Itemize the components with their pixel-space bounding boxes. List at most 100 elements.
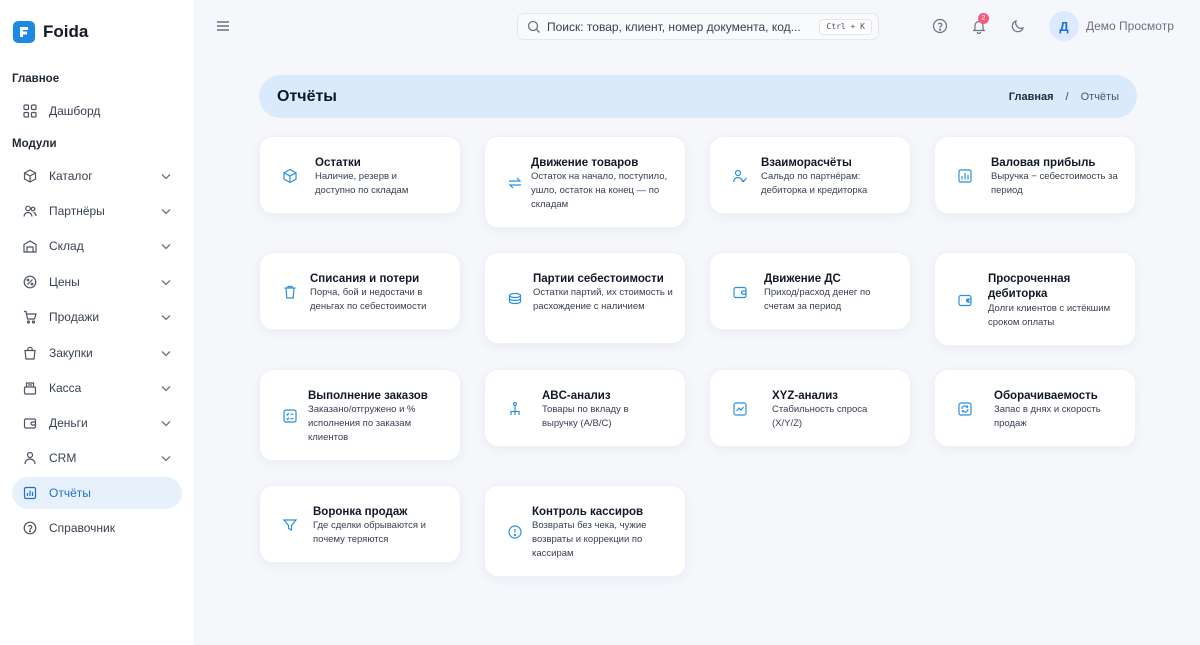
sidebar-item-warehouse[interactable]: Склад [12, 230, 182, 262]
theme-toggle-button[interactable] [1010, 18, 1026, 34]
sidebar-item-label: Закупки [49, 346, 93, 360]
sidebar-item-label: Партнёры [49, 204, 105, 218]
report-title: Валовая прибыль [991, 157, 1096, 169]
report-card-xyz-analysis[interactable]: XYZ-анализ Стабильность спроса (X/Y/Z) [709, 369, 911, 447]
dashboard-icon [23, 104, 37, 118]
chevron-down-icon [159, 310, 173, 324]
user-menu[interactable]: Д Демо Просмотр [1049, 11, 1174, 41]
report-description: Где сделки обрываются и почему теряются [313, 520, 426, 545]
report-title: Движение товаров [531, 157, 639, 169]
crm-icon [23, 451, 37, 465]
report-card-write-offs[interactable]: Списания и потери Порча, бой и недостачи… [259, 252, 461, 330]
sidebar-item-label: Дашборд [49, 104, 101, 118]
cart-icon [23, 310, 37, 324]
wallet-alert-icon [957, 292, 973, 308]
report-card-cost-batches[interactable]: Партии себестоимости Остатки партий, их … [484, 252, 686, 344]
report-card-settlements[interactable]: Взаиморасчёты Сальдо по партнёрам: дебит… [709, 136, 911, 214]
cube-icon [282, 168, 298, 184]
chevron-down-icon [159, 169, 173, 183]
report-description: Заказано/отгружено и % исполнения по зак… [308, 404, 416, 443]
global-search[interactable]: Ctrl + K [517, 13, 879, 40]
arrows-icon [507, 175, 523, 191]
sidebar-item-purchases[interactable]: Закупки [12, 337, 182, 369]
chart-icon [957, 168, 973, 184]
sidebar-item-cash[interactable]: Касса [12, 372, 182, 404]
sidebar-item-money[interactable]: Деньги [12, 407, 182, 439]
report-description: Выручка − себестоимость за период [991, 171, 1118, 196]
shield-icon [507, 524, 523, 540]
report-description: Запас в днях и скорость продаж [994, 404, 1101, 429]
report-title: XYZ-анализ [772, 390, 839, 402]
report-description: Порча, бой и недостачи в деньгах по себе… [310, 287, 427, 312]
warehouse-icon [23, 239, 37, 253]
cycle-icon [957, 401, 973, 417]
report-card-overdue-receivables[interactable]: Просроченная дебиторка Долги клиентов с … [934, 252, 1136, 346]
report-card-order-fulfillment[interactable]: Выполнение заказов Заказано/отгружено и … [259, 369, 461, 461]
funnel-icon [282, 517, 298, 533]
users-icon [23, 204, 37, 218]
report-card-abc-analysis[interactable]: ABC-анализ Товары по вкладу в выручку (A… [484, 369, 686, 447]
sidebar-item-partners[interactable]: Партнёры [12, 195, 182, 227]
checklist-icon [282, 408, 298, 424]
report-title: ABC-анализ [542, 390, 611, 402]
sidebar-item-reference[interactable]: Справочник [12, 512, 182, 544]
report-description: Долги клиентов с истёкшим сроком оплаты [988, 303, 1111, 328]
report-description: Наличие, резерв и доступно по складам [315, 171, 409, 196]
report-title: Взаиморасчёты [761, 157, 852, 169]
search-icon [527, 20, 541, 34]
app-name: Foida [43, 22, 89, 41]
wallet-icon [23, 416, 37, 430]
report-description: Возвраты без чека, чужие возвраты и корр… [532, 520, 647, 559]
sidebar-item-label: Склад [49, 239, 84, 253]
chart-icon [23, 486, 37, 500]
app-logo[interactable]: Foida [13, 21, 88, 43]
report-card-cash-flow[interactable]: Движение ДС Приход/расход денег по счета… [709, 252, 911, 330]
sidebar-item-catalog[interactable]: Каталог [12, 160, 182, 192]
register-icon [23, 381, 37, 395]
chevron-down-icon [159, 346, 173, 360]
bag-icon [23, 346, 37, 360]
report-description: Сальдо по партнёрам: дебиторка и кредито… [761, 171, 868, 196]
report-description: Стабильность спроса (X/Y/Z) [772, 404, 868, 429]
report-description: Остаток на начало, поступило, ушло, оста… [531, 171, 668, 210]
report-title: Оборачиваемость [994, 390, 1098, 402]
breadcrumb-home-link[interactable]: Главная [1009, 91, 1054, 103]
report-card-cashier-control[interactable]: Контроль кассиров Возвраты без чека, чуж… [484, 485, 686, 577]
chevron-down-icon [159, 416, 173, 430]
sidebar-item-prices[interactable]: Цены [12, 266, 182, 298]
notification-count-badge: 2 [978, 13, 989, 24]
search-input[interactable] [547, 19, 807, 34]
search-shortcut-hint: Ctrl + K [819, 19, 872, 35]
sidebar-item-label: CRM [49, 451, 77, 465]
cube-icon [23, 169, 37, 183]
trend-icon [732, 401, 748, 417]
menu-toggle-icon[interactable] [215, 18, 231, 34]
trash-icon [282, 284, 298, 300]
sidebar-item-label: Деньги [49, 416, 88, 430]
report-description: Приход/расход денег по счетам за период [764, 287, 871, 312]
help-button[interactable] [932, 18, 948, 34]
report-card-stock[interactable]: Остатки Наличие, резерв и доступно по ск… [259, 136, 461, 214]
layers-icon [507, 291, 523, 307]
report-card-sales-funnel[interactable]: Воронка продаж Где сделки обрываются и п… [259, 485, 461, 563]
report-title: Выполнение заказов [308, 390, 428, 402]
avatar: Д [1049, 11, 1079, 41]
breadcrumb-current: Отчёты [1080, 90, 1119, 103]
sidebar-item-reports[interactable]: Отчёты [12, 477, 182, 509]
report-title: Просроченная дебиторка [988, 273, 1071, 300]
chevron-down-icon [159, 381, 173, 395]
report-card-gross-profit[interactable]: Валовая прибыль Выручка − себестоимость … [934, 136, 1136, 214]
foida-logo-icon [13, 21, 35, 43]
report-card-goods-movement[interactable]: Движение товаров Остаток на начало, пост… [484, 136, 686, 228]
sidebar-item-label: Продажи [49, 310, 100, 324]
sidebar-item-sales[interactable]: Продажи [12, 301, 182, 333]
sidebar-item-dashboard[interactable]: Дашборд [12, 95, 182, 127]
report-card-turnover[interactable]: Оборачиваемость Запас в днях и скорость … [934, 369, 1136, 447]
section-main-label: Главное [12, 73, 60, 85]
section-modules-label: Модули [12, 138, 57, 150]
help-icon [23, 521, 37, 535]
page-header: Отчёты Главная / Отчёты [259, 75, 1137, 118]
sidebar-item-crm[interactable]: CRM [12, 442, 182, 474]
report-title: Списания и потери [310, 273, 420, 285]
sidebar-item-label: Справочник [49, 521, 115, 535]
